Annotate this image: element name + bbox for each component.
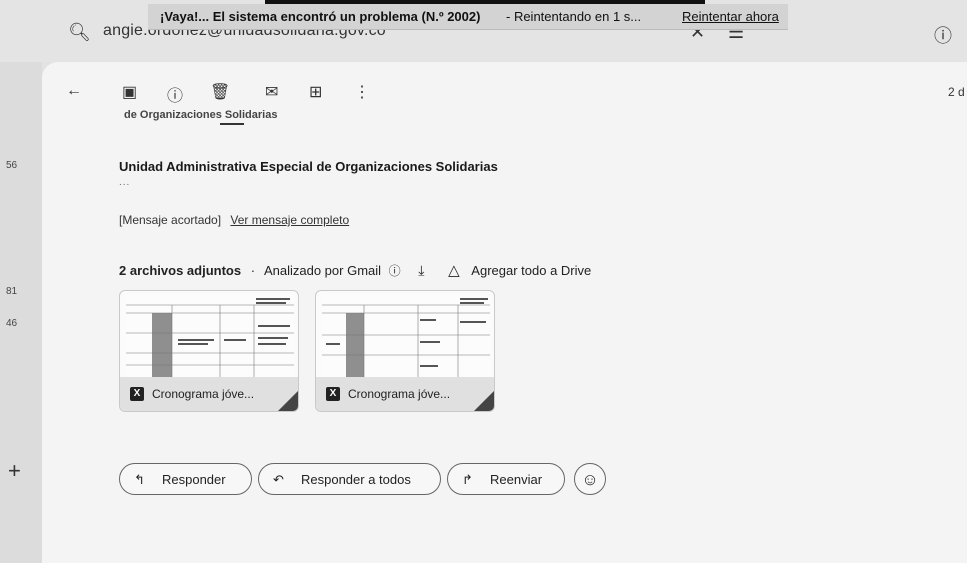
add-all-to-drive[interactable]: Agregar todo a Drive (471, 263, 591, 278)
signature-cut-text: de Organizaciones Solidarias (124, 109, 278, 121)
excel-file-icon: X (130, 387, 144, 401)
attachment-footer: X Cronograma jóve... (120, 377, 298, 411)
attachment-name: Cronograma jóve... (152, 387, 255, 401)
error-banner: ¡Vaya!... El sistema encontró un problem… (148, 4, 788, 30)
rail-count: 46 (6, 318, 18, 329)
rail-count: 56 (6, 160, 18, 171)
page-fold-icon (278, 391, 298, 411)
rail-count: 81 (6, 286, 18, 297)
search-icon[interactable]: 🔍︎ (68, 22, 91, 43)
attachment-card[interactable]: X Cronograma jóve... (315, 290, 495, 412)
spreadsheet-preview (126, 295, 294, 377)
left-rail: 56 81 46 + (0, 62, 42, 563)
message-view: ← ▣ ⓘ 🗑︎ ✉ ⊞ ⋮ 2 d de Organizaciones Sol… (42, 62, 967, 563)
help-icon[interactable]: ⓘ (934, 22, 952, 48)
info-icon[interactable]: ⓘ (389, 264, 401, 278)
retry-now-link[interactable]: Reintentar ahora (682, 4, 779, 29)
view-full-message-link[interactable]: Ver mensaje completo (230, 213, 349, 227)
attachment-card[interactable]: X Cronograma jóve... (119, 290, 299, 412)
signature-dots: ... (119, 177, 131, 188)
reply-all-button[interactable]: ↶ Responder a todos (258, 463, 441, 495)
signature-name: Unidad Administrativa Especial de Organi… (119, 159, 498, 174)
reply-button[interactable]: ↰ Responder (119, 463, 252, 495)
scanned-label: Analizado por Gmail (263, 263, 382, 278)
reply-all-icon: ↶ (273, 472, 284, 487)
more-vert-icon[interactable]: ⋮ (354, 82, 370, 102)
emoji-icon[interactable]: ☺ (574, 463, 606, 495)
attachment-footer: X Cronograma jóve... (316, 377, 494, 411)
forward-icon: ↱ (462, 472, 473, 487)
reply-icon: ↰ (134, 472, 145, 487)
arrow-left-icon[interactable]: ← (66, 82, 82, 100)
excel-file-icon: X (326, 387, 340, 401)
download-icon[interactable]: ⤓ (418, 262, 424, 278)
message-date: 2 d (948, 85, 965, 99)
archive-icon[interactable]: ▣ (122, 82, 137, 102)
reply-all-label: Responder a todos (301, 472, 411, 487)
trash-icon[interactable]: 🗑︎ (210, 82, 230, 102)
error-message: ¡Vaya!... El sistema encontró un problem… (160, 9, 481, 24)
report-spam-icon[interactable]: ⓘ (167, 82, 183, 106)
retry-countdown: - Reintentando en 1 s... (506, 9, 642, 24)
page-fold-icon (474, 391, 494, 411)
forward-button[interactable]: ↱ Reenviar (447, 463, 565, 495)
attachment-count: 2 archivos adjuntos (119, 263, 242, 278)
forward-label: Reenviar (490, 472, 543, 487)
add-label-icon[interactable]: + (8, 458, 21, 484)
spreadsheet-preview (322, 295, 490, 377)
trimmed-label: [Mensaje acortado] (119, 213, 222, 227)
mark-unread-icon[interactable]: ✉ (265, 82, 278, 102)
attachments-header: 2 archivos adjuntos · Analizado por Gmai… (119, 261, 591, 279)
trimmed-message: [Mensaje acortado] Ver mensaje completo (119, 213, 349, 227)
move-to-icon[interactable]: ⊞ (309, 82, 322, 102)
attachment-name: Cronograma jóve... (348, 387, 451, 401)
separator: · (250, 263, 256, 278)
reply-label: Responder (162, 472, 226, 487)
drive-add-icon[interactable]: △ (448, 262, 460, 279)
signature-underline (220, 123, 244, 125)
